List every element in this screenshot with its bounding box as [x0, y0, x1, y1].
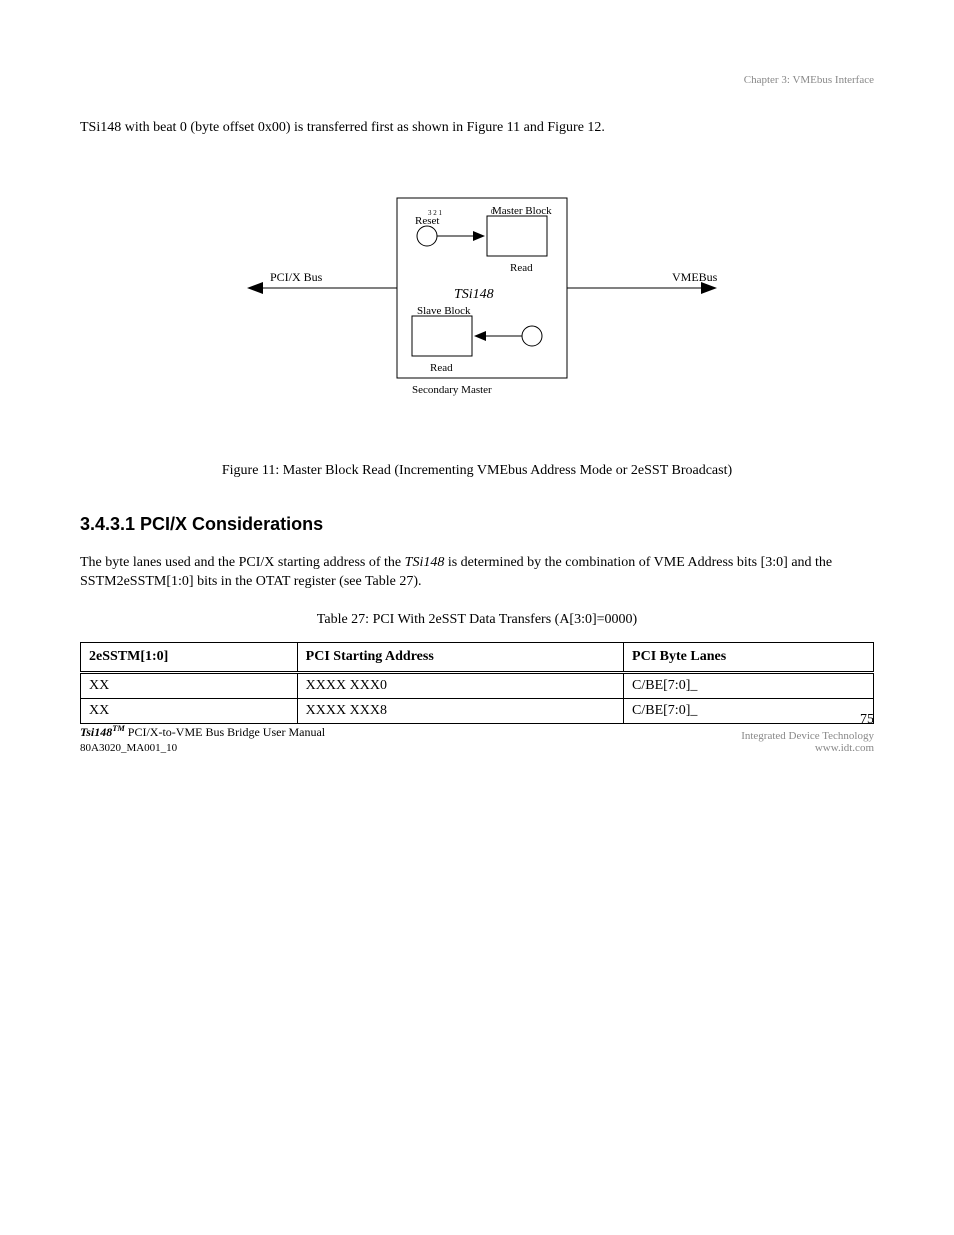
table-header-1: PCI Starting Address	[297, 642, 623, 672]
vmebus-label: VMEBus	[672, 270, 718, 284]
table-row: XX XXXX XXX0 C/BE[7:0]_	[81, 672, 874, 698]
figure-11: PCI/X Bus VMEBus Reset Master Block Read…	[80, 168, 874, 448]
master-block-label: Master Block	[492, 205, 552, 217]
table-caption: Table 27: PCI With 2eSST Data Transfers …	[80, 612, 874, 628]
section-body: The byte lanes used and the PCI/X starti…	[80, 553, 874, 592]
figure-caption: Figure 11: Master Block Read (Incrementi…	[80, 463, 874, 479]
intro-paragraph: TSi148 with beat 0 (byte offset 0x00) is…	[80, 118, 874, 138]
tsi148-label: TSi148	[454, 287, 494, 302]
slave-read-label: Read	[430, 362, 453, 374]
slave-block-label: Slave Block	[417, 305, 471, 317]
footer-left: Tsi148TM PCI/X-to-VME Bus Bridge User Ma…	[80, 724, 325, 754]
header-chapter: Chapter 3: VMEbus Interface	[744, 74, 874, 86]
svg-text:0: 0	[491, 208, 495, 216]
section-heading: 3.4.3.1 PCI/X Considerations	[80, 514, 874, 535]
table-header-2: PCI Byte Lanes	[624, 642, 874, 672]
pci-bus-label: PCI/X Bus	[270, 270, 323, 284]
master-read-label: Read	[510, 262, 533, 274]
footer-right: 75 Integrated Device Technology www.idt.…	[741, 712, 874, 754]
table-header-0: 2eSSTM[1:0]	[81, 642, 298, 672]
secondary-master-label: Secondary Master	[412, 384, 492, 396]
svg-text:3 2 1: 3 2 1	[428, 209, 443, 217]
